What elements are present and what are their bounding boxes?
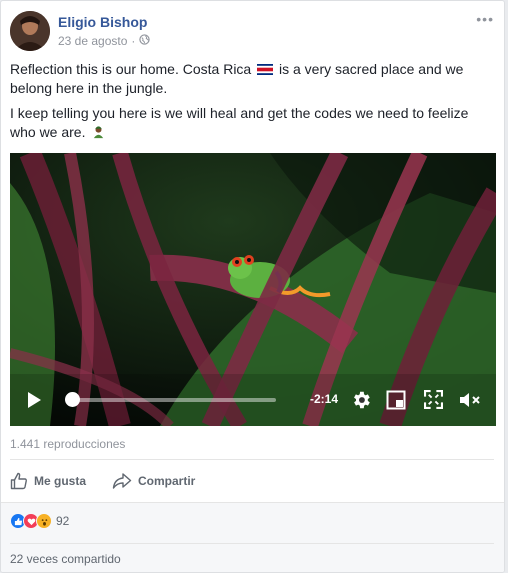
post-text: Reflection this is our home. Costa Rica … bbox=[10, 60, 490, 148]
post-card: Eligio Bishop 23 de agosto · ••• Reflect… bbox=[0, 0, 505, 573]
avatar[interactable] bbox=[10, 11, 50, 51]
wow-reaction-icon bbox=[36, 513, 52, 529]
shares-count[interactable]: 22 veces compartido bbox=[10, 552, 121, 566]
post-header: Eligio Bishop 23 de agosto · ••• bbox=[10, 11, 494, 53]
person-emoji-icon bbox=[94, 126, 104, 139]
meta-separator: · bbox=[131, 34, 136, 48]
globe-icon[interactable] bbox=[139, 34, 151, 48]
share-arrow-icon bbox=[112, 473, 132, 489]
post-paragraph-1: Reflection this is our home. Costa Rica … bbox=[10, 60, 490, 98]
play-icon[interactable] bbox=[26, 391, 42, 409]
view-count: 1.441 reproducciones bbox=[10, 437, 126, 451]
video-player[interactable]: -2:14 bbox=[10, 153, 496, 426]
reaction-count: 92 bbox=[56, 514, 70, 528]
mute-icon[interactable] bbox=[459, 390, 481, 410]
theater-mode-icon[interactable] bbox=[386, 390, 406, 410]
author-name[interactable]: Eligio Bishop bbox=[58, 14, 147, 30]
costa-rica-flag-icon bbox=[257, 64, 274, 75]
divider bbox=[10, 459, 494, 460]
like-label: Me gusta bbox=[34, 474, 87, 488]
share-button[interactable]: Compartir bbox=[112, 472, 195, 490]
more-options-button[interactable]: ••• bbox=[476, 11, 494, 27]
progress-knob[interactable] bbox=[65, 392, 81, 407]
post-text-line1-a: Reflection this is our home. Costa Rica bbox=[10, 61, 252, 77]
time-remaining: -2:14 bbox=[310, 392, 339, 406]
video-controls: -2:14 bbox=[10, 374, 496, 426]
settings-gear-icon[interactable] bbox=[350, 389, 372, 411]
share-label: Compartir bbox=[138, 474, 196, 488]
divider bbox=[10, 543, 494, 544]
post-footer: 92 22 veces compartido bbox=[1, 502, 504, 572]
post-date[interactable]: 23 de agosto bbox=[58, 34, 127, 48]
post-paragraph-2: I keep telling you here is we will heal … bbox=[10, 104, 490, 142]
action-bar: Me gusta Compartir bbox=[10, 465, 195, 497]
post-meta: 23 de agosto · bbox=[58, 34, 151, 48]
reactions-summary[interactable]: 92 bbox=[10, 513, 69, 529]
fullscreen-icon[interactable] bbox=[424, 390, 443, 409]
post-text-line2: I keep telling you here is we will heal … bbox=[10, 105, 469, 140]
progress-track[interactable] bbox=[68, 398, 276, 402]
thumbs-up-icon bbox=[10, 472, 27, 490]
like-button[interactable]: Me gusta bbox=[10, 472, 86, 490]
